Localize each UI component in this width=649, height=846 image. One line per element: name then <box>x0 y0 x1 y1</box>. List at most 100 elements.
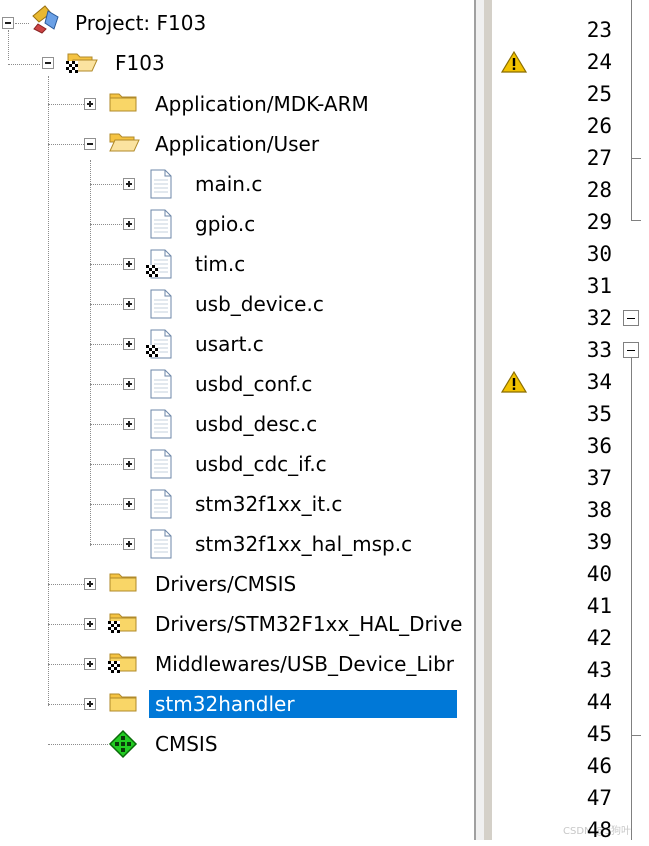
line-number: 26 <box>586 114 612 138</box>
tree-connector <box>90 304 126 305</box>
file-label-8[interactable]: stm32f1xx_it.c <box>189 490 348 518</box>
file-toggle-6[interactable] <box>123 418 135 430</box>
c-file-icon <box>150 529 172 559</box>
file-toggle-0[interactable] <box>123 178 135 190</box>
project-root-label[interactable]: Project: F103 <box>69 9 212 37</box>
group-label-3[interactable]: Drivers/STM32F1xx_HAL_Drive <box>149 610 468 638</box>
cmsis-component-icon <box>108 729 138 759</box>
file-toggle-2[interactable] <box>123 258 135 270</box>
line-number: 23 <box>586 18 612 42</box>
file-label-6[interactable]: usbd_desc.c <box>189 410 323 438</box>
folder-icon <box>109 693 137 712</box>
file-label-7[interactable]: usbd_cdc_if.c <box>189 450 333 478</box>
file-toggle-3[interactable] <box>123 298 135 310</box>
fold-toggle-32[interactable] <box>623 310 639 326</box>
line-number: 31 <box>586 274 612 298</box>
line-number: 40 <box>586 562 612 586</box>
file-toggle-9[interactable] <box>123 538 135 550</box>
file-label-4[interactable]: usart.c <box>189 330 270 358</box>
line-number: 30 <box>586 242 612 266</box>
c-file-icon <box>150 209 172 239</box>
line-number: 37 <box>586 466 612 490</box>
c-file-icon <box>150 409 172 439</box>
group-label-0[interactable]: Application/MDK-ARM <box>149 90 375 118</box>
folder-icon <box>109 573 137 592</box>
file-label-3[interactable]: usb_device.c <box>189 290 330 318</box>
file-toggle-4[interactable] <box>123 338 135 350</box>
file-label-2[interactable]: tim.c <box>189 250 251 278</box>
tree-connector <box>8 64 40 65</box>
fold-end-tick <box>631 220 641 221</box>
line-number: 44 <box>586 690 612 714</box>
tree-connector <box>90 544 126 545</box>
tree-connector <box>48 104 84 105</box>
target-collapse-toggle[interactable] <box>42 57 54 69</box>
line-number: 36 <box>586 434 612 458</box>
file-toggle-1[interactable] <box>123 218 135 230</box>
tree-connector <box>90 160 91 546</box>
line-number: 24 <box>586 50 612 74</box>
tree-connector <box>90 344 126 345</box>
c-file-icon <box>146 249 172 279</box>
group-toggle-5[interactable] <box>84 698 96 710</box>
group-toggle-2[interactable] <box>84 578 96 590</box>
tree-connector <box>90 504 126 505</box>
tree-connector <box>48 744 108 745</box>
fold-toggle-33[interactable] <box>623 342 639 358</box>
project-collapse-toggle[interactable] <box>2 17 14 29</box>
c-file-icon <box>150 169 172 199</box>
file-toggle-8[interactable] <box>123 498 135 510</box>
tree-connector <box>48 584 84 585</box>
editor-pane <box>476 0 649 840</box>
line-number: 43 <box>586 658 612 682</box>
tree-connector <box>90 464 126 465</box>
folder-icon <box>108 613 137 633</box>
group-label-5[interactable]: stm32handler <box>149 690 457 718</box>
tree-connector <box>90 384 126 385</box>
file-label-5[interactable]: usbd_conf.c <box>189 370 318 398</box>
line-number: 34 <box>586 370 612 394</box>
file-label-9[interactable]: stm32f1xx_hal_msp.c <box>189 530 418 558</box>
folder-icon <box>109 93 137 112</box>
line-number: 27 <box>586 146 612 170</box>
group-toggle-3[interactable] <box>84 618 96 630</box>
line-number-gutter <box>484 0 649 840</box>
cmsis-label[interactable]: CMSIS <box>149 730 224 758</box>
folder-icon <box>108 653 137 673</box>
tree-connector <box>90 224 126 225</box>
group-label-4[interactable]: Middlewares/USB_Device_Libr <box>149 650 460 678</box>
group-toggle-4[interactable] <box>84 658 96 670</box>
group-toggle-0[interactable] <box>84 98 96 110</box>
editor-left-margin <box>484 0 492 840</box>
line-number: 32 <box>586 306 612 330</box>
tree-connector <box>48 624 84 625</box>
fold-guide <box>631 0 632 220</box>
file-label-0[interactable]: main.c <box>189 170 268 198</box>
fold-end-tick <box>631 158 641 159</box>
group-label-2[interactable]: Drivers/CMSIS <box>149 570 302 598</box>
group-toggle-1[interactable] <box>84 138 96 150</box>
line-number: 45 <box>586 722 612 746</box>
tree-connector <box>90 264 126 265</box>
warning-icon[interactable] <box>500 50 528 74</box>
tree-connector <box>15 23 29 24</box>
line-number: 48 <box>586 818 612 842</box>
line-number: 35 <box>586 402 612 426</box>
line-number: 29 <box>586 210 612 234</box>
file-toggle-5[interactable] <box>123 378 135 390</box>
c-file-icon <box>150 369 172 399</box>
line-number: 38 <box>586 498 612 522</box>
line-number: 41 <box>586 594 612 618</box>
group-label-1[interactable]: Application/User <box>149 130 325 158</box>
target-label[interactable]: F103 <box>109 49 171 77</box>
line-number: 42 <box>586 626 612 650</box>
project-icon <box>32 5 59 34</box>
file-toggle-7[interactable] <box>123 458 135 470</box>
c-file-icon <box>150 449 172 479</box>
fold-guide <box>631 358 632 840</box>
warning-icon[interactable] <box>500 370 528 394</box>
line-number: 47 <box>586 786 612 810</box>
file-label-1[interactable]: gpio.c <box>189 210 261 238</box>
tree-connector <box>90 424 126 425</box>
line-number: 39 <box>586 530 612 554</box>
